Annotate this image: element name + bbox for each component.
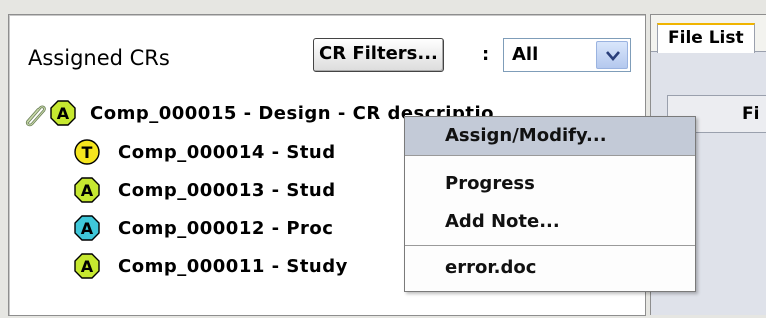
- svg-text:A: A: [57, 104, 70, 123]
- status-a-icon: A: [74, 253, 100, 279]
- status-t-icon: T: [74, 139, 100, 165]
- tab-file-list[interactable]: File List: [657, 23, 755, 53]
- svg-text:A: A: [81, 181, 94, 200]
- chevron-down-icon[interactable]: [596, 41, 628, 69]
- context-menu: Assign/Modify... Progress Add Note... er…: [404, 116, 696, 292]
- status-a-icon: A: [74, 177, 100, 203]
- panel-title: Assigned CRs: [28, 46, 170, 70]
- paperclip-icon: [20, 100, 48, 132]
- file-list-tab-strip: File List: [651, 15, 766, 53]
- status-a-icon: A: [50, 100, 76, 126]
- svg-text:A: A: [81, 257, 94, 276]
- cr-item-label: Comp_000014 - Stud: [118, 142, 336, 163]
- menu-separator: [405, 155, 695, 156]
- filter-select-value: All: [512, 44, 539, 65]
- cr-filters-button[interactable]: CR Filters...: [313, 38, 444, 72]
- cr-item-label: Comp_000013 - Stud: [118, 180, 336, 201]
- menu-item-error-doc[interactable]: error.doc: [405, 249, 695, 287]
- menu-item-assign-modify[interactable]: Assign/Modify...: [405, 117, 695, 155]
- status-a-icon: A: [74, 215, 100, 241]
- menu-item-progress[interactable]: Progress: [405, 165, 695, 203]
- menu-item-add-note[interactable]: Add Note...: [405, 203, 695, 241]
- cr-item-label: Comp_000012 - Proc: [118, 218, 334, 239]
- filter-separator: :: [482, 44, 490, 65]
- menu-separator: [405, 245, 695, 246]
- svg-text:A: A: [81, 219, 94, 238]
- svg-text:T: T: [82, 143, 93, 162]
- cr-filter-select[interactable]: All: [503, 38, 631, 72]
- app-window: Assigned CRs CR Filters... : All A Comp_…: [0, 0, 766, 318]
- cr-item-label: Comp_000011 - Study: [118, 256, 348, 277]
